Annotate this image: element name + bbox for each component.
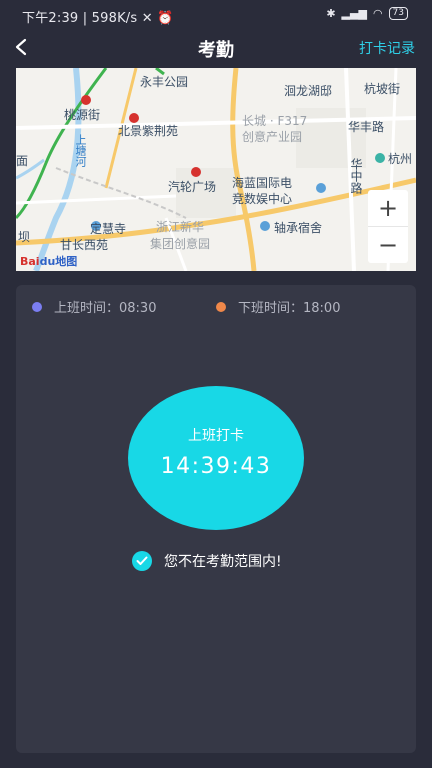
- check-icon: [132, 551, 152, 571]
- baidu-map-logo: Baidu地图: [20, 253, 77, 269]
- map-label-ba: 坝: [18, 230, 31, 244]
- map-label-changcheng-2: 创意产业园: [242, 130, 303, 144]
- map-label-dinghui: 定慧寺: [90, 222, 127, 236]
- status-bar: 下午2:39 | 598K/s ✕ ⏰ ✱ ▂▄▆ ◠ 73: [0, 0, 432, 30]
- start-time-text: 上班时间：08:30: [54, 301, 157, 316]
- map-label-zhejiang: 浙江新华: [156, 220, 205, 234]
- map-label-huafeng: 华丰路: [348, 120, 385, 134]
- baidu-logo-bai: Bai: [20, 255, 40, 268]
- app-header: 考勤 打卡记录: [0, 30, 432, 66]
- wifi-icon: ◠: [372, 7, 383, 20]
- zoom-in-button[interactable]: +: [368, 190, 408, 227]
- clock-in-button[interactable]: 上班打卡 14:39:43: [128, 386, 304, 530]
- status-time: 下午2:39: [22, 11, 79, 26]
- map-view[interactable]: 永丰公园 桃源街 洄龙湖邸 杭坡街 北景紫荆苑 长城 · F317 创意产业园 …: [16, 68, 416, 271]
- end-time-text: 下班时间：18:00: [238, 301, 341, 316]
- map-label-mian: 面: [16, 154, 29, 168]
- status-left: 下午2:39 | 598K/s ✕ ⏰: [22, 11, 174, 26]
- map-label-shangtang: 上塘河: [74, 134, 87, 167]
- battery-indicator: 73: [388, 7, 408, 20]
- status-right: ✱ ▂▄▆ ◠ 73: [326, 7, 408, 20]
- map-label-jituan: 集团创意园: [150, 237, 211, 251]
- baidu-logo-du: du地图: [39, 255, 78, 268]
- start-dot-icon: [32, 301, 42, 312]
- range-status-text: 您不在考勤范围内!: [164, 554, 282, 570]
- clock-in-time: 14:39:43: [160, 454, 272, 479]
- bluetooth-icon: ✱: [326, 7, 336, 20]
- map-label-hailan-1: 海蓝国际电: [232, 176, 293, 190]
- map-label-zhoucheng: 轴承宿舍: [274, 221, 323, 235]
- alarm-icon: ⏰: [157, 11, 174, 26]
- attendance-panel: 上班时间：08:30 下班时间：18:00 上班打卡 14:39:43 您不在考…: [16, 285, 416, 753]
- start-time-legend: 上班时间：08:30: [32, 297, 156, 316]
- map-label-hangpo: 杭坡街: [364, 82, 401, 96]
- minus-icon: −: [377, 231, 399, 259]
- end-dot-icon: [216, 301, 226, 312]
- network-speed: 598K/s: [91, 11, 138, 26]
- plus-icon: +: [377, 194, 399, 222]
- map-label-qiche: 汽轮广场: [168, 180, 217, 194]
- map-label-huilong: 洄龙湖邸: [284, 84, 333, 98]
- map-label-yongfeng: 永丰公园: [140, 75, 189, 89]
- clock-in-label: 上班打卡: [188, 428, 244, 444]
- map-label-taoyuan: 桃源街: [64, 108, 101, 122]
- end-time-legend: 下班时间：18:00: [216, 297, 340, 316]
- map-label-hailan-2: 竞数娱中心: [232, 192, 293, 206]
- signal-icon: ▂▄▆: [341, 7, 367, 20]
- map-label-hang: 杭州: [388, 152, 413, 166]
- map-label-changcheng-1: 长城 · F317: [242, 114, 308, 128]
- mute-icon: ✕: [141, 11, 153, 26]
- range-status: 您不在考勤范围内!: [132, 551, 282, 571]
- zoom-out-button[interactable]: −: [368, 227, 408, 263]
- map-label-huazhong: 华中路: [349, 158, 363, 194]
- map-label-beijing: 北景紫荆苑: [118, 124, 179, 138]
- clock-record-link[interactable]: 打卡记录: [359, 38, 415, 58]
- map-label-ganchang: 甘长西苑: [60, 238, 109, 252]
